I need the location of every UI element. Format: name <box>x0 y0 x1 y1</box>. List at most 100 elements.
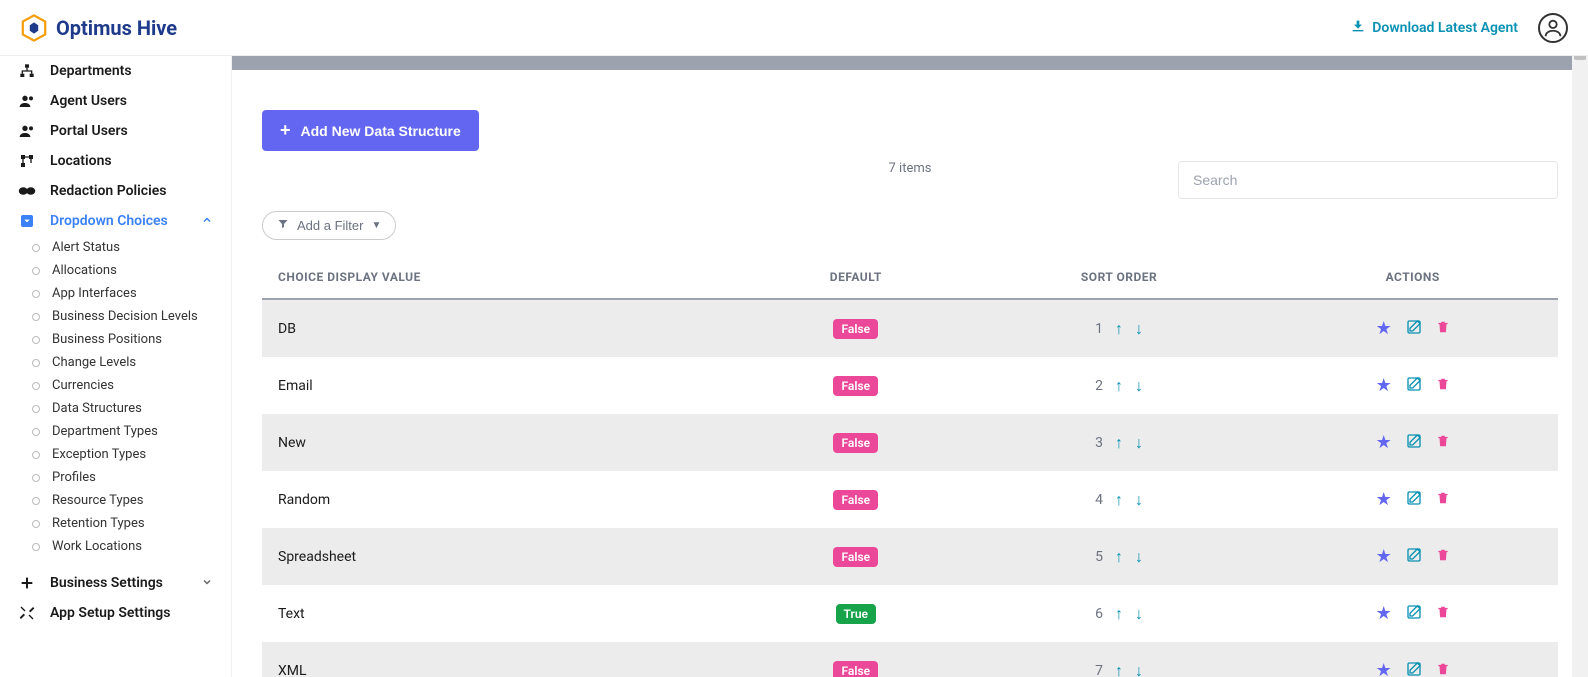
star-button[interactable]: ★ <box>1376 546 1392 567</box>
move-down-button[interactable]: ↓ <box>1135 433 1143 453</box>
star-button[interactable]: ★ <box>1376 375 1392 396</box>
cell-actions: ★ <box>1267 299 1558 357</box>
col-sort[interactable]: SORT ORDER <box>971 256 1268 299</box>
move-down-button[interactable]: ↓ <box>1135 319 1143 339</box>
search-input[interactable] <box>1178 161 1558 199</box>
download-label: Download Latest Agent <box>1372 20 1518 36</box>
move-up-button[interactable]: ↑ <box>1115 376 1123 396</box>
sort-number: 2 <box>1095 378 1103 394</box>
sidebar-subitem-work-locations[interactable]: Work Locations <box>0 535 231 558</box>
sidebar-subitem-data-structures[interactable]: Data Structures <box>0 397 231 420</box>
delete-button[interactable] <box>1436 547 1450 567</box>
col-choice[interactable]: CHOICE DISPLAY VALUE <box>262 256 741 299</box>
move-down-button[interactable]: ↓ <box>1135 490 1143 510</box>
chevron-up-icon <box>201 214 213 229</box>
location-icon <box>18 153 36 169</box>
star-button[interactable]: ★ <box>1376 660 1392 677</box>
scrollbar[interactable] <box>1572 0 1588 677</box>
bullet-icon <box>32 382 40 390</box>
star-button[interactable]: ★ <box>1376 432 1392 453</box>
cell-value: Email <box>262 357 741 414</box>
sidebar-item-portal-users[interactable]: Portal Users <box>0 116 231 146</box>
sidebar-subitem-label: Data Structures <box>52 401 142 416</box>
move-up-button[interactable]: ↑ <box>1115 604 1123 624</box>
sidebar-subitem-exception-types[interactable]: Exception Types <box>0 443 231 466</box>
sidebar-item-departments[interactable]: Departments <box>0 56 231 86</box>
sidebar-item-locations[interactable]: Locations <box>0 146 231 176</box>
sidebar-item-label: App Setup Settings <box>50 605 170 621</box>
logo[interactable]: Optimus Hive <box>20 14 177 42</box>
edit-button[interactable] <box>1406 319 1422 339</box>
move-up-button[interactable]: ↑ <box>1115 661 1123 677</box>
edit-button[interactable] <box>1406 376 1422 396</box>
star-button[interactable]: ★ <box>1376 603 1392 624</box>
sidebar-subitem-allocations[interactable]: Allocations <box>0 259 231 282</box>
add-filter-button[interactable]: Add a Filter ▼ <box>262 211 396 240</box>
sidebar-subitem-label: Profiles <box>52 470 96 485</box>
default-badge: False <box>833 433 878 453</box>
delete-button[interactable] <box>1436 661 1450 677</box>
sidebar-item-business-settings[interactable]: Business Settings <box>0 568 231 598</box>
sitemap-icon <box>18 63 36 79</box>
edit-button[interactable] <box>1406 433 1422 453</box>
delete-button[interactable] <box>1436 433 1450 453</box>
cell-actions: ★ <box>1267 528 1558 585</box>
caret-down-icon: ▼ <box>371 220 381 231</box>
cell-default: False <box>741 299 971 357</box>
sidebar-item-label: Agent Users <box>50 93 127 109</box>
cell-default: False <box>741 642 971 677</box>
cell-sort: 5↑↓ <box>971 528 1268 585</box>
sidebar-subitem-app-interfaces[interactable]: App Interfaces <box>0 282 231 305</box>
download-agent-link[interactable]: Download Latest Agent <box>1350 18 1518 38</box>
move-up-button[interactable]: ↑ <box>1115 547 1123 567</box>
sidebar-subitem-profiles[interactable]: Profiles <box>0 466 231 489</box>
sidebar-subitem-currencies[interactable]: Currencies <box>0 374 231 397</box>
delete-button[interactable] <box>1436 376 1450 396</box>
star-button[interactable]: ★ <box>1376 318 1392 339</box>
sidebar-subitem-label: Resource Types <box>52 493 144 508</box>
move-down-button[interactable]: ↓ <box>1135 604 1143 624</box>
sidebar-subitem-department-types[interactable]: Department Types <box>0 420 231 443</box>
col-default[interactable]: DEFAULT <box>741 256 971 299</box>
table-row: SpreadsheetFalse5↑↓★ <box>262 528 1558 585</box>
sidebar-subitem-retention-types[interactable]: Retention Types <box>0 512 231 535</box>
user-avatar[interactable] <box>1538 13 1568 43</box>
sidebar-subitem-resource-types[interactable]: Resource Types <box>0 489 231 512</box>
move-down-button[interactable]: ↓ <box>1135 547 1143 567</box>
sidebar-item-app-setup-settings[interactable]: App Setup Settings <box>0 598 231 628</box>
sidebar-item-redaction-policies[interactable]: Redaction Policies <box>0 176 231 206</box>
star-button[interactable]: ★ <box>1376 489 1392 510</box>
edit-button[interactable] <box>1406 490 1422 510</box>
sidebar-subitem-business-positions[interactable]: Business Positions <box>0 328 231 351</box>
edit-button[interactable] <box>1406 604 1422 624</box>
sidebar-subitem-business-decision-levels[interactable]: Business Decision Levels <box>0 305 231 328</box>
bullet-icon <box>32 336 40 344</box>
bullet-icon <box>32 520 40 528</box>
move-down-button[interactable]: ↓ <box>1135 376 1143 396</box>
sidebar-item-dropdown-choices[interactable]: Dropdown Choices <box>0 206 231 236</box>
bullet-icon <box>32 451 40 459</box>
delete-button[interactable] <box>1436 319 1450 339</box>
cell-default: False <box>741 528 971 585</box>
delete-button[interactable] <box>1436 604 1450 624</box>
bullet-icon <box>32 405 40 413</box>
bullet-icon <box>32 474 40 482</box>
cell-sort: 4↑↓ <box>971 471 1268 528</box>
plus-icon <box>18 575 36 591</box>
add-new-button[interactable]: + Add New Data Structure <box>262 110 479 151</box>
edit-button[interactable] <box>1406 661 1422 677</box>
app-name: Optimus Hive <box>56 16 177 40</box>
sidebar-subitem-label: Retention Types <box>52 516 145 531</box>
move-up-button[interactable]: ↑ <box>1115 490 1123 510</box>
sidebar-item-label: Business Settings <box>50 575 163 591</box>
edit-button[interactable] <box>1406 547 1422 567</box>
move-up-button[interactable]: ↑ <box>1115 433 1123 453</box>
delete-button[interactable] <box>1436 490 1450 510</box>
sidebar-subitem-alert-status[interactable]: Alert Status <box>0 236 231 259</box>
move-down-button[interactable]: ↓ <box>1135 661 1143 677</box>
sidebar-item-agent-users[interactable]: Agent Users <box>0 86 231 116</box>
caret-square-icon <box>18 213 36 229</box>
sidebar-subitem-change-levels[interactable]: Change Levels <box>0 351 231 374</box>
move-up-button[interactable]: ↑ <box>1115 319 1123 339</box>
sidebar-item-label: Redaction Policies <box>50 183 166 199</box>
